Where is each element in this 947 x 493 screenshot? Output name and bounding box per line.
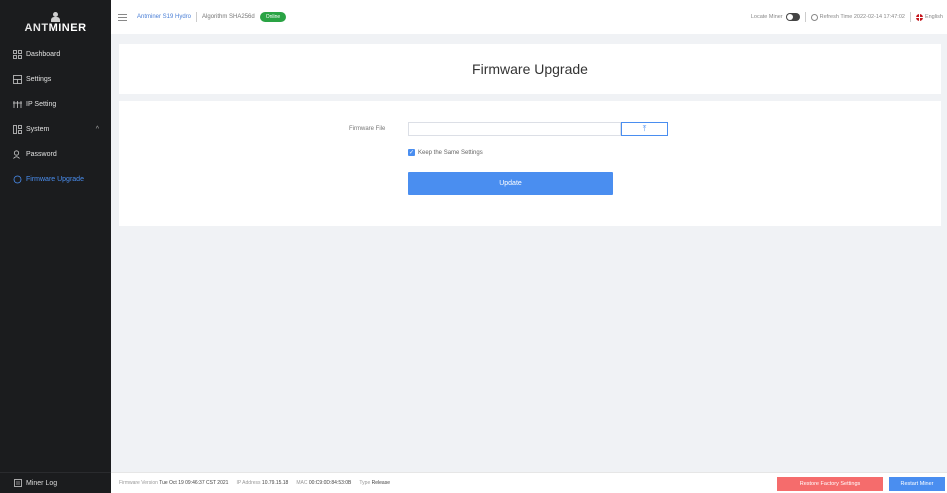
menu-toggle-icon[interactable] xyxy=(118,13,127,21)
mac-address: MAC 00:C9:0D:84:53:0B xyxy=(296,480,351,486)
ip-address-value: 10.79.15.18 xyxy=(261,480,289,486)
divider xyxy=(196,12,198,22)
miner-log-button[interactable]: Miner Log xyxy=(0,472,111,493)
sidebar-item-label: IP Setting xyxy=(26,101,57,108)
divider xyxy=(909,12,911,22)
clock-icon xyxy=(810,13,818,21)
update-button[interactable]: Update xyxy=(408,172,613,195)
firmware-type-label: Type xyxy=(359,480,371,486)
page-title: Firmware Upgrade xyxy=(472,61,588,77)
algorithm-label: Algorithm SHA256d xyxy=(202,14,255,20)
sidebar-item-label: Firmware Upgrade xyxy=(26,176,84,183)
firmware-file-label: Firmware File xyxy=(349,126,386,132)
restore-factory-settings-button[interactable]: Restore Factory Settings xyxy=(777,477,883,491)
brand-logo-icon xyxy=(51,12,60,22)
status-badge: Online xyxy=(259,12,287,22)
miner-model: Antminer S19 Hydro xyxy=(137,14,192,20)
firmware-form: Firmware File ⤒ ✓ Keep the Same Settings… xyxy=(119,101,941,226)
top-right-controls: Locate Miner Refresh Time 2022-02-14 17:… xyxy=(751,0,947,34)
language-select[interactable]: English xyxy=(925,14,943,20)
firmware-version-label: Firmware Version xyxy=(119,480,158,486)
mac-address-value: 00:C9:0D:84:53:0B xyxy=(308,480,352,486)
sidebar-item-label: Password xyxy=(26,151,57,158)
ip-address-label: IP Address xyxy=(236,480,261,486)
keep-settings-checkbox[interactable]: ✓ Keep the Same Settings xyxy=(408,149,483,156)
keep-settings-label: Keep the Same Settings xyxy=(418,149,483,156)
sidebar-item-firmware-upgrade[interactable]: Firmware Upgrade xyxy=(0,167,111,192)
refresh-time: Refresh Time 2022-02-14 17:47:02 xyxy=(819,14,905,20)
sidebar-nav: Dashboard Settings IP Setting System ^ P… xyxy=(0,42,111,192)
locate-miner-toggle[interactable] xyxy=(785,13,800,21)
firmware-file-input[interactable] xyxy=(408,122,621,136)
top-bar: Antminer S19 Hydro Algorithm SHA256d Onl… xyxy=(111,0,947,34)
divider xyxy=(804,12,806,22)
upload-icon: ⤒ xyxy=(642,124,647,133)
firmware-version-value: Tue Oct 19 09:46:37 CST 2021 xyxy=(159,480,229,486)
brand-highlight: MINER xyxy=(48,22,87,34)
sidebar-item-password[interactable]: Password xyxy=(0,142,111,167)
page-title-card: Firmware Upgrade xyxy=(119,44,941,94)
sidebar-item-system[interactable]: System ^ xyxy=(0,117,111,142)
checkbox-checked-icon: ✓ xyxy=(408,149,415,156)
upload-button[interactable]: ⤒ xyxy=(621,122,668,136)
ip-address: IP Address 10.79.15.18 xyxy=(236,480,288,486)
locate-miner-label: Locate Miner xyxy=(750,14,783,20)
brand-prefix: ANT xyxy=(24,22,49,34)
status-footer: Firmware Version Tue Oct 19 09:46:37 CST… xyxy=(111,472,947,493)
settings-icon xyxy=(13,75,22,84)
sidebar-item-ip-setting[interactable]: IP Setting xyxy=(0,92,111,117)
sidebar-item-dashboard[interactable]: Dashboard xyxy=(0,42,111,67)
ip-setting-icon xyxy=(13,100,22,109)
firmware-type-value: Release xyxy=(371,480,390,486)
restart-miner-button[interactable]: Restart Miner xyxy=(889,477,945,491)
mac-address-label: MAC xyxy=(296,480,308,486)
logo: ANTMINER xyxy=(0,0,111,38)
system-icon xyxy=(13,125,22,134)
chevron-up-icon: ^ xyxy=(95,126,99,133)
sidebar-item-label: System xyxy=(26,126,50,133)
password-icon xyxy=(13,150,22,159)
sidebar-item-label: Dashboard xyxy=(26,51,61,58)
sidebar: ANTMINER Dashboard Settings IP Setting S… xyxy=(0,0,111,493)
firmware-type: Type Release xyxy=(359,480,390,486)
sidebar-item-label: Settings xyxy=(26,76,52,83)
miner-log-label: Miner Log xyxy=(26,479,58,487)
dashboard-icon xyxy=(13,50,22,59)
firmware-icon xyxy=(13,175,22,184)
firmware-version: Firmware Version Tue Oct 19 09:46:37 CST… xyxy=(119,480,228,486)
brand-name: ANTMINER xyxy=(24,22,86,34)
language-flag-icon xyxy=(915,13,923,21)
update-label: Update xyxy=(499,180,522,187)
log-icon xyxy=(14,479,22,487)
sidebar-item-settings[interactable]: Settings xyxy=(0,67,111,92)
